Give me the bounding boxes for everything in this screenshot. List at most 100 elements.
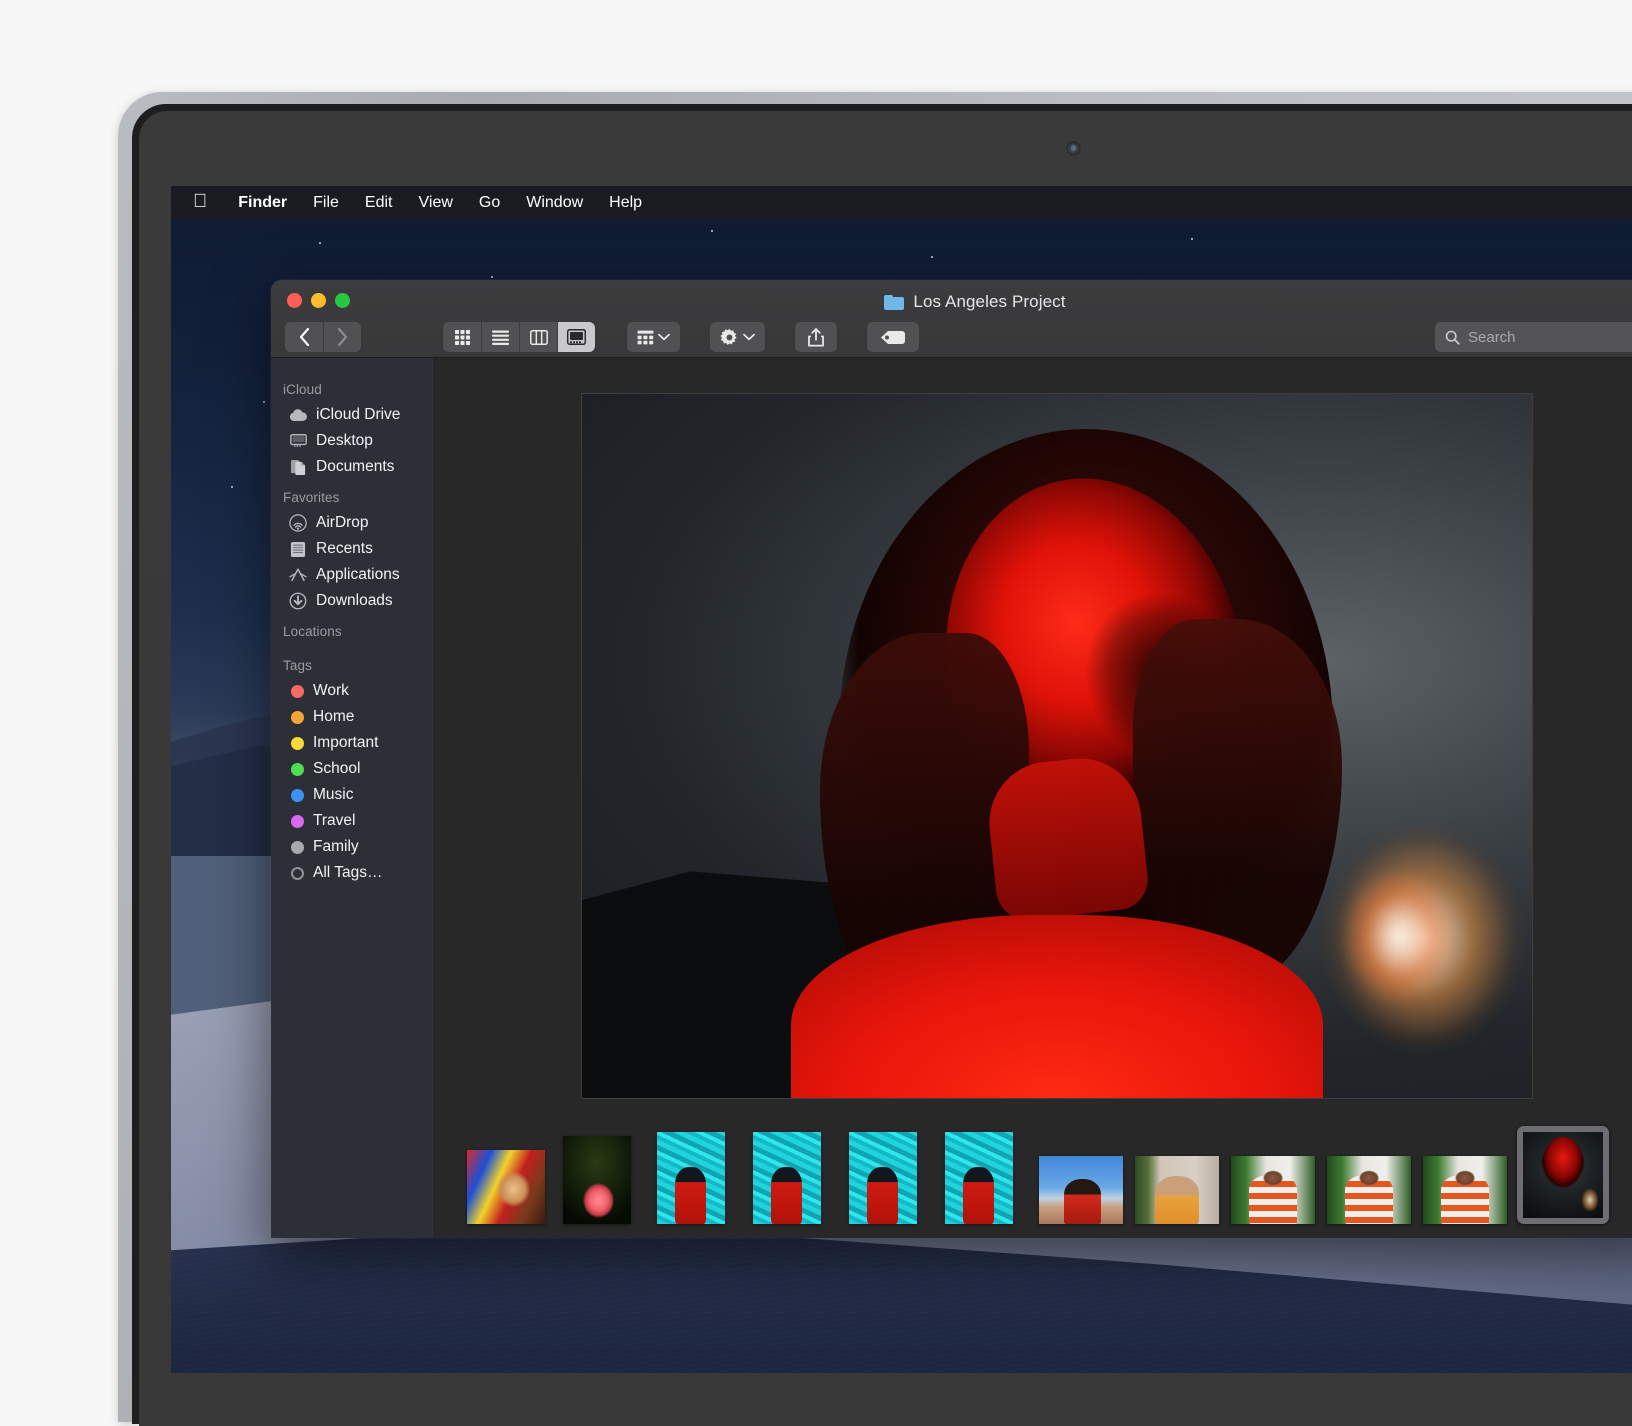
gear-icon [720,328,739,347]
sidebar-item-documents[interactable]: Documents [271,454,434,480]
thumb-colorful-portrait[interactable] [467,1150,545,1224]
chevron-left-icon [299,328,310,346]
group-by-button[interactable] [627,322,680,352]
sidebar-item-applications[interactable]: Applications [271,562,434,588]
chevron-right-icon [337,328,348,346]
sidebar-item-recents[interactable]: Recents [271,536,434,562]
gallery-filmstrip[interactable] [435,1110,1632,1238]
sidebar-item-label: Desktop [316,432,373,450]
thumb-bubblegum-portrait[interactable] [563,1136,631,1224]
search-field[interactable]: Search [1435,322,1632,352]
sidebar-item-icloud-drive[interactable]: iCloud Drive [271,402,434,428]
sidebar-tag-school[interactable]: School [271,756,434,782]
sidebar-section-icloud: iCloud [271,372,434,402]
menu-item-help[interactable]: Help [596,194,655,212]
gallery-icon [567,329,586,345]
sidebar-tag-music[interactable]: Music [271,782,434,808]
photo-grain [582,394,1532,1098]
sidebar-item-label: AirDrop [316,514,369,532]
tag-color-dot [291,789,304,802]
finder-toolbar [271,316,1632,358]
thumb-figure [1155,1176,1199,1224]
thumb-figure [1541,1137,1586,1218]
sidebar-tag-family[interactable]: Family [271,834,434,860]
downloads-icon [289,592,307,610]
thumb-pool-1[interactable] [657,1132,725,1224]
back-button[interactable] [285,322,323,352]
forward-button[interactable] [323,322,361,352]
sidebar-section-tags: Tags [271,644,434,678]
thumb-desert-sky[interactable] [1039,1156,1123,1224]
sidebar-tag-work[interactable]: Work [271,678,434,704]
window-title: Los Angeles Project [271,292,1632,312]
sidebar-item-label: iCloud Drive [316,406,400,424]
thumb-pool-2[interactable] [753,1132,821,1224]
thumb-figure [1249,1175,1296,1224]
thumb-plants-3[interactable] [1423,1156,1507,1224]
tag-icon [880,330,906,345]
action-menu-button[interactable] [710,322,765,352]
thumb-pool-3[interactable] [849,1132,917,1224]
menu-item-window[interactable]: Window [513,194,596,212]
share-button[interactable] [795,322,837,352]
tag-color-dot [291,763,304,776]
documents-icon [289,458,307,476]
window-title-text: Los Angeles Project [913,292,1065,312]
thumb-blonde-wall[interactable] [1135,1156,1219,1224]
search-icon [1445,330,1460,345]
sidebar-item-label: Applications [316,566,400,584]
edit-tags-button[interactable] [867,322,919,352]
sidebar-tag-important[interactable]: Important [271,730,434,756]
menu-item-edit[interactable]: Edit [352,194,406,212]
menu-item-finder[interactable]: Finder [225,194,300,212]
applications-icon [289,566,307,584]
blue-folder-icon [884,295,904,310]
sidebar-section-favorites: Favorites [271,480,434,510]
sidebar-item-label: Recents [316,540,373,558]
menu-item-go[interactable]: Go [466,194,513,212]
thumb-figure [1345,1175,1392,1224]
list-view-button[interactable] [481,322,519,352]
sidebar-item-label: Travel [313,812,356,830]
tag-color-dot [291,685,304,698]
tag-color-dot [291,815,304,828]
column-view-button[interactable] [519,322,557,352]
tag-color-dot [291,711,304,724]
thumb-red-light-selected[interactable] [1517,1126,1609,1224]
sidebar-tag-travel[interactable]: Travel [271,808,434,834]
thumb-figure [1064,1179,1101,1224]
chevron-down-icon [743,333,755,341]
finder-titlebar[interactable]: Los Angeles Project [271,280,1632,358]
sidebar-item-airdrop[interactable]: AirDrop [271,510,434,536]
list-icon [492,330,509,345]
view-mode-segmented-control [443,322,595,352]
sidebar-item-downloads[interactable]: Downloads [271,588,434,614]
gallery-view-button[interactable] [557,322,595,352]
finder-body: iCloud iCloud Drive Des [271,358,1632,1238]
sidebar-item-desktop[interactable]: Desktop [271,428,434,454]
menu-item-view[interactable]: View [406,194,466,212]
icon-view-button[interactable] [443,322,481,352]
thumb-pool-4[interactable] [945,1132,1013,1224]
columns-icon [530,330,548,345]
sidebar-tag-home[interactable]: Home [271,704,434,730]
sidebar-tag-all-tags[interactable]: All Tags… [271,860,434,886]
sidebar-item-label: Work [313,682,349,700]
facetime-camera-icon [1066,141,1081,156]
grid-icon [454,329,471,346]
menu-item-file[interactable]: File [300,194,352,212]
navigation-buttons [285,322,361,352]
thumb-plants-1[interactable] [1231,1156,1315,1224]
preview-image[interactable] [581,393,1533,1099]
thumb-figure [867,1167,898,1224]
sidebar-item-label: Important [313,734,378,752]
thumb-plants-2[interactable] [1327,1156,1411,1224]
airdrop-icon [289,514,307,532]
preview-area [435,358,1632,1110]
gallery-content [435,358,1632,1238]
sidebar-item-label: Home [313,708,354,726]
sidebar-item-label: Documents [316,458,394,476]
thumb-image [1523,1132,1603,1218]
cloud-icon [289,406,307,424]
apple-logo-icon[interactable]:  [193,192,207,214]
